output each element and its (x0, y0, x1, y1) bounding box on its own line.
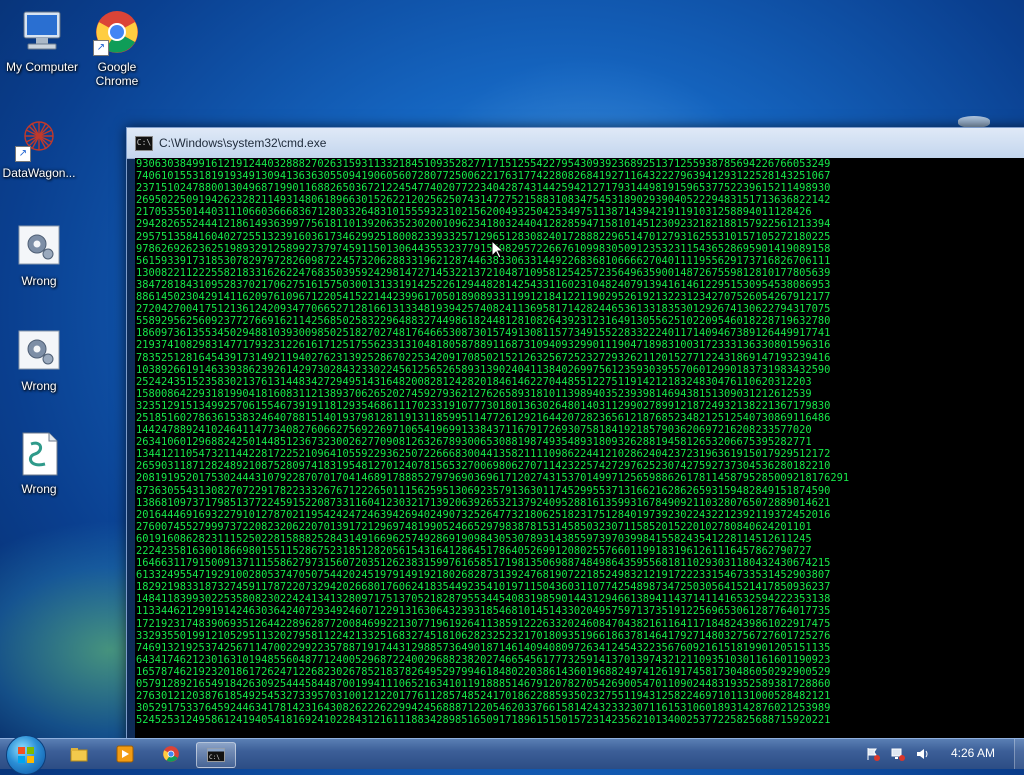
desktop-icon-wrong-3[interactable]: Wrong (0, 430, 81, 496)
desktop-icon-wrong-2[interactable]: Wrong (0, 327, 81, 393)
script-file-icon (15, 430, 63, 478)
settings-gear-icon (15, 222, 63, 270)
shortcut-arrow-icon: ↗ (93, 40, 109, 56)
volume-icon[interactable] (916, 747, 930, 761)
taskbar-cmd-button[interactable]: C:\ (196, 742, 236, 768)
mouse-cursor-icon (491, 240, 503, 259)
settings-gear-icon (15, 327, 63, 375)
taskbar-chrome-button[interactable] (152, 742, 190, 766)
shortcut-arrow-icon: ↗ (15, 146, 31, 162)
datawagon-icon: ↗ (15, 114, 63, 162)
desktop-icon-label: Wrong (21, 274, 57, 288)
taskbar-media-player-button[interactable] (106, 742, 144, 766)
windows-explorer-icon (70, 748, 88, 762)
console-output[interactable]: 9306303849916121912440328882702631593113… (135, 158, 1024, 738)
desktop-icon-wrong-1[interactable]: Wrong (0, 222, 81, 288)
desktop-icon-datawagon[interactable]: ↗ DataWagon... (0, 114, 81, 180)
console-text: 9306303849916121912440328882702631593113… (136, 158, 850, 727)
taskbar: C:\ 4:26 AM (0, 735, 1024, 775)
media-player-icon (116, 745, 134, 763)
desktop-icon-label: Google Chrome (95, 60, 139, 88)
chrome-icon: ↗ (93, 8, 141, 56)
computer-icon (18, 8, 66, 56)
windows-logo-icon (18, 747, 34, 763)
desktop-icon-google-chrome[interactable]: ↗ Google Chrome (75, 8, 159, 88)
action-center-flag-icon[interactable] (866, 747, 880, 761)
show-desktop-button[interactable] (1014, 739, 1024, 769)
start-button[interactable] (6, 735, 46, 775)
svg-text:C:\: C:\ (209, 754, 220, 761)
taskbar-explorer-button[interactable] (60, 742, 98, 766)
desktop-icon-label: My Computer (5, 60, 79, 74)
network-icon[interactable] (891, 747, 905, 761)
taskbar-clock[interactable]: 4:26 AM (940, 746, 1006, 760)
desktop: My Computer ↗ Google Chrome ↗ DataWagon.… (0, 0, 1024, 738)
cmd-title: C:\Windows\system32\cmd.exe (159, 136, 327, 150)
chrome-icon (163, 746, 179, 762)
desktop-icon-label: Wrong (21, 379, 57, 393)
cmd-icon: C:\ (135, 135, 153, 151)
desktop-icon-label: DataWagon... (2, 166, 76, 180)
desktop-icon-label: Wrong (21, 482, 57, 496)
desktop-icon-my-computer[interactable]: My Computer (0, 8, 84, 74)
cmd-window[interactable]: C:\ C:\Windows\system32\cmd.exe 93063038… (126, 127, 1024, 738)
cmd-icon: C:\ (207, 748, 225, 762)
cmd-titlebar[interactable]: C:\ C:\Windows\system32\cmd.exe (127, 128, 1024, 159)
